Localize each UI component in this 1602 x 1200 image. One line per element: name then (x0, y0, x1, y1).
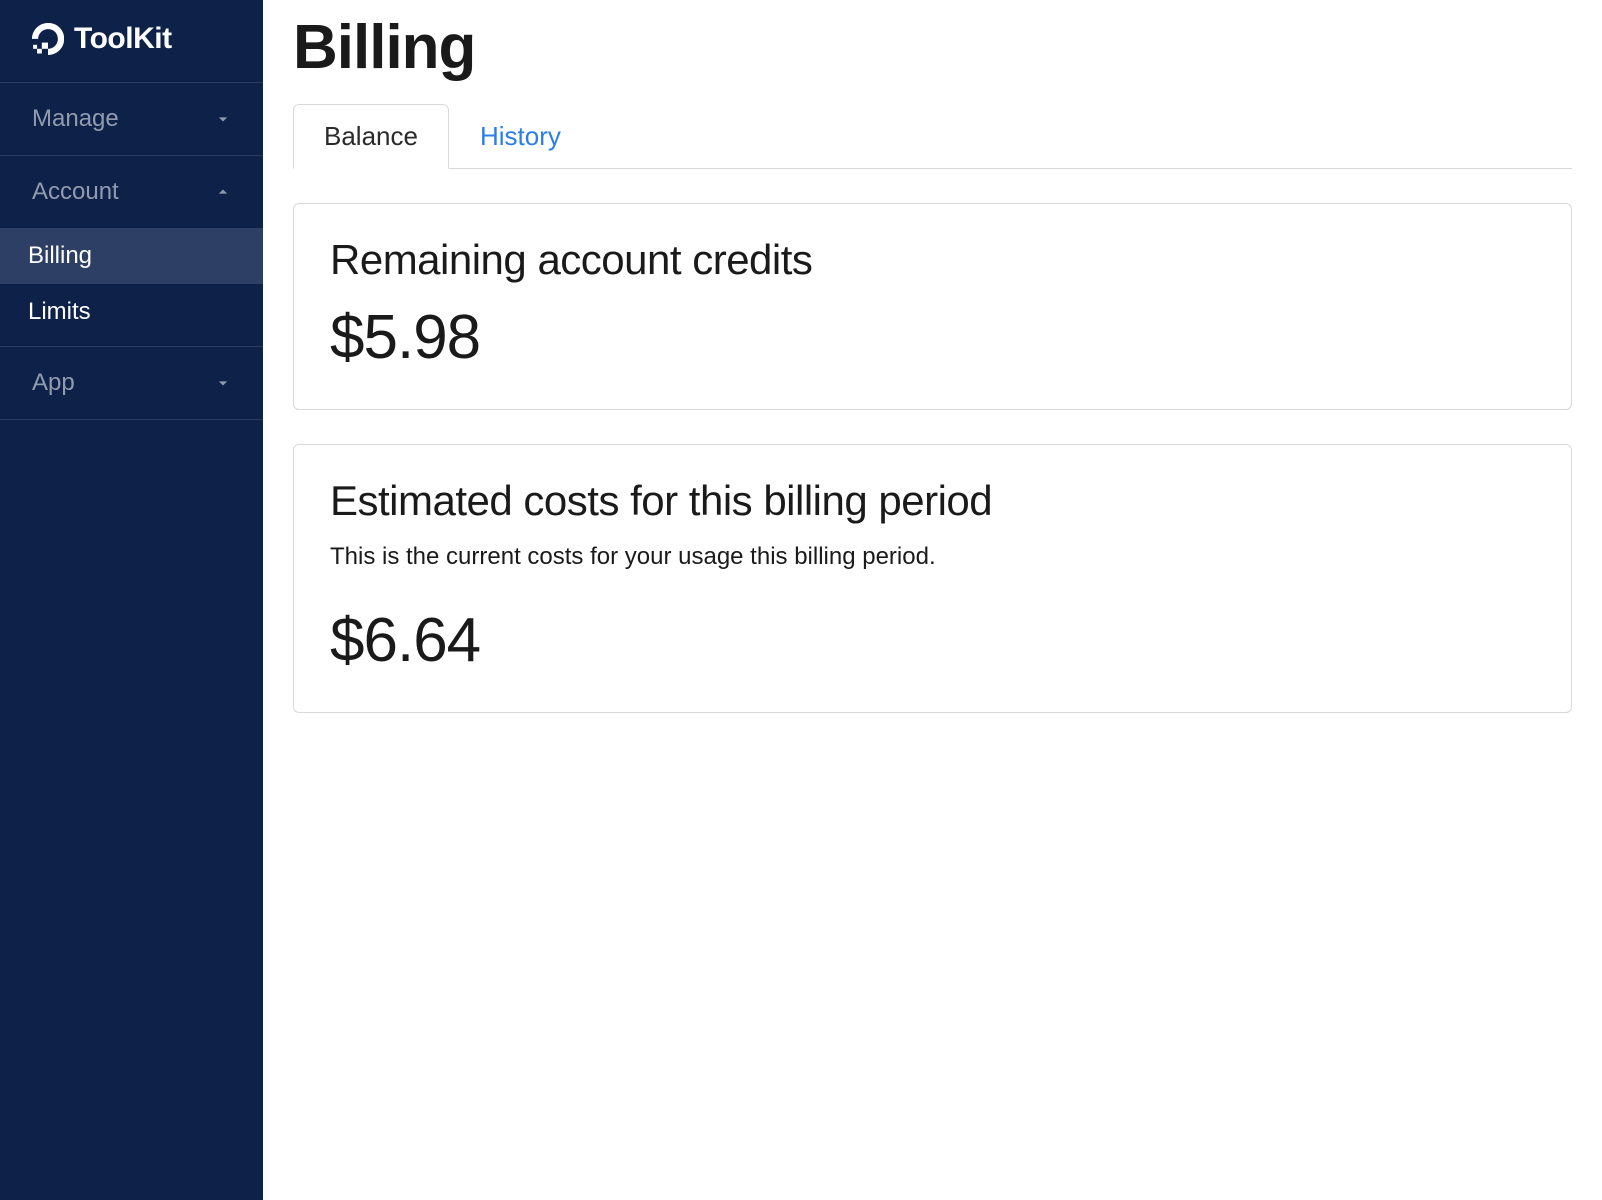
card-value-estimate: $6.64 (330, 605, 1535, 676)
chevron-up-icon (213, 182, 233, 202)
tab-history[interactable]: History (449, 104, 592, 169)
tab-label: History (480, 121, 561, 151)
chevron-down-icon (213, 373, 233, 393)
card-value-credits: $5.98 (330, 302, 1535, 373)
sidebar-item-limits[interactable]: Limits (0, 284, 263, 340)
card-title: Estimated costs for this billing period (330, 477, 1535, 525)
card-estimated-costs: Estimated costs for this billing period … (293, 444, 1572, 713)
sidebar-item-label: Limits (28, 298, 91, 325)
nav-label-account: Account (32, 178, 119, 206)
card-subtitle: This is the current costs for your usage… (330, 543, 1535, 571)
tabs: Balance History (293, 103, 1572, 169)
chevron-down-icon (213, 109, 233, 129)
card-remaining-credits: Remaining account credits $5.98 (293, 203, 1572, 410)
tab-balance[interactable]: Balance (293, 104, 449, 169)
brand-name: ToolKit (74, 22, 172, 56)
nav-header-app[interactable]: App (0, 347, 263, 419)
nav-section-account: Account Billing Limits (0, 155, 263, 346)
nav-sub-account: Billing Limits (0, 228, 263, 346)
nav-label-manage: Manage (32, 105, 119, 133)
sidebar-item-billing[interactable]: Billing (0, 228, 263, 284)
nav-section-app: App (0, 346, 263, 420)
main-content: Billing Balance History Remaining accoun… (263, 0, 1602, 1200)
nav-section-manage: Manage (0, 82, 263, 155)
page-title: Billing (293, 12, 1572, 83)
tab-label: Balance (324, 121, 418, 151)
brand[interactable]: ToolKit (0, 0, 263, 82)
sidebar: ToolKit Manage Account Billing Limits Ap… (0, 0, 263, 1200)
sidebar-item-label: Billing (28, 242, 92, 269)
nav-label-app: App (32, 369, 75, 397)
nav-header-manage[interactable]: Manage (0, 83, 263, 155)
card-title: Remaining account credits (330, 236, 1535, 284)
nav-header-account[interactable]: Account (0, 156, 263, 228)
brand-logo-icon (32, 23, 64, 55)
